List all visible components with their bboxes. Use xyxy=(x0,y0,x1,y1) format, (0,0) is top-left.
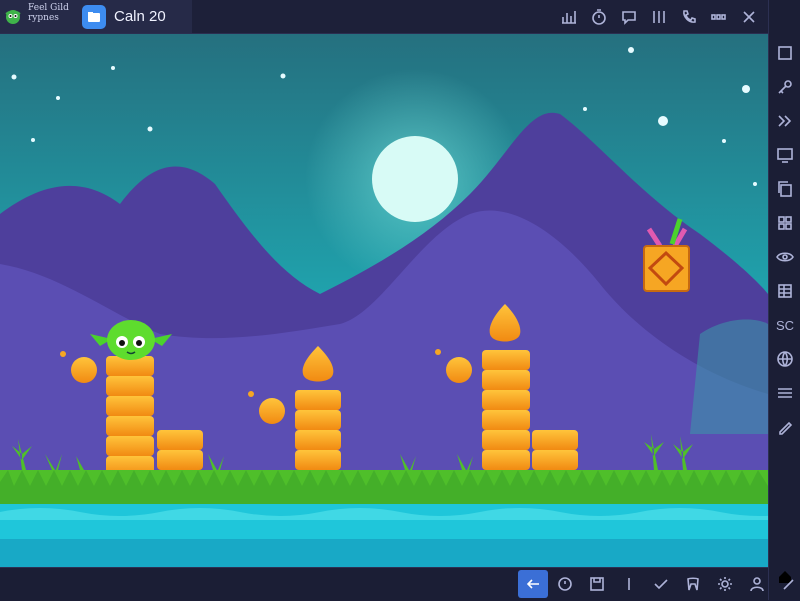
more-icon[interactable] xyxy=(708,6,730,28)
game-scene xyxy=(0,34,768,567)
eye-icon[interactable] xyxy=(769,240,800,274)
app-tab-group: Feel Gild rypnes Caln 20 xyxy=(0,0,192,33)
clock-icon[interactable] xyxy=(550,570,580,598)
key-icon[interactable] xyxy=(769,70,800,104)
moon xyxy=(372,136,458,222)
tooth-icon[interactable] xyxy=(678,570,708,598)
game-viewport[interactable] xyxy=(0,34,768,567)
coin-stack-short-right xyxy=(532,430,578,470)
pen-icon[interactable] xyxy=(769,410,800,444)
save-icon[interactable] xyxy=(582,570,612,598)
sc-icon[interactable]: SC xyxy=(769,308,800,342)
toolbar xyxy=(558,6,760,28)
gear-icon[interactable] xyxy=(710,570,740,598)
bottom-bar xyxy=(0,567,794,601)
sc-label: SC xyxy=(775,317,795,333)
copy-icon[interactable] xyxy=(769,172,800,206)
tab-title[interactable]: Caln 20 xyxy=(114,8,166,25)
app-name: Feel Gild rypnes xyxy=(28,3,69,23)
app-logo-icon xyxy=(5,10,21,24)
coin-stack-left xyxy=(106,356,154,476)
sidebar-icons: SC xyxy=(769,36,800,444)
pencil-icon[interactable] xyxy=(774,570,800,598)
monitor-icon[interactable] xyxy=(769,138,800,172)
bar-chart-icon[interactable] xyxy=(558,6,580,28)
square-icon[interactable] xyxy=(769,36,800,70)
timer-icon[interactable] xyxy=(588,6,610,28)
hill-teal xyxy=(690,319,768,434)
top-bar: Feel Gild rypnes Caln 20 xyxy=(0,0,768,34)
app-name-line2: rypnes xyxy=(28,13,59,23)
phone-icon[interactable] xyxy=(678,6,700,28)
grid-icon[interactable] xyxy=(769,206,800,240)
check-icon[interactable] xyxy=(646,570,676,598)
folder-tab-icon[interactable] xyxy=(82,5,106,29)
water-deep xyxy=(0,539,768,567)
forward-icon[interactable] xyxy=(769,104,800,138)
slash-icon[interactable] xyxy=(614,570,644,598)
right-sidebar: SC xyxy=(768,0,800,600)
layers-icon[interactable] xyxy=(769,376,800,410)
columns-icon[interactable] xyxy=(648,6,670,28)
person-icon[interactable] xyxy=(742,570,772,598)
chat-icon[interactable] xyxy=(618,6,640,28)
globe-icon[interactable] xyxy=(769,342,800,376)
back-arrow-icon[interactable] xyxy=(518,570,548,598)
close-icon[interactable] xyxy=(738,6,760,28)
coin-stack-short-left xyxy=(157,430,203,470)
bottom-toolbar xyxy=(518,570,800,598)
app-name-line1: Feel Gild xyxy=(28,3,69,13)
plus-icon[interactable] xyxy=(769,526,800,560)
table-icon[interactable] xyxy=(769,274,800,308)
